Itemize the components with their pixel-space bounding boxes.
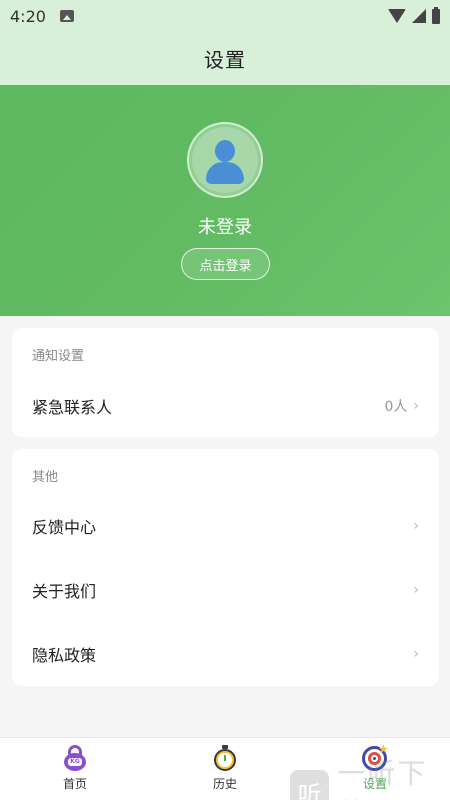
emergency-contacts-row[interactable]: 紧急联系人 0人 › (12, 374, 439, 438)
about-us-label: 关于我们 (32, 582, 97, 601)
page-title: 设置 (204, 48, 246, 72)
login-button[interactable]: 点击登录 (181, 248, 270, 280)
privacy-policy-row[interactable]: 隐私政策 › (12, 622, 439, 686)
bottom-nav: KG 首页 历史 ★ 设置 (0, 737, 450, 800)
stopwatch-icon (212, 745, 238, 771)
tab-settings[interactable]: ★ 设置 (300, 738, 450, 800)
tab-home[interactable]: KG 首页 (0, 738, 150, 800)
emergency-contacts-label: 紧急联系人 (32, 398, 113, 417)
tab-home-label: 首页 (62, 777, 87, 791)
image-notification-icon (59, 10, 74, 22)
signal-icon (412, 9, 426, 23)
status-time: 4:20 (10, 6, 46, 26)
user-icon (192, 127, 258, 193)
battery-icon (432, 6, 440, 24)
status-indicators (388, 6, 440, 24)
about-us-row[interactable]: 关于我们 › (12, 558, 439, 622)
profile-header: 未登录 点击登录 (0, 85, 450, 316)
login-status: 未登录 (198, 217, 252, 238)
other-card: 其他 反馈中心 › 关于我们 › 隐私政策 › (12, 449, 439, 686)
title-bar: 设置 (0, 32, 450, 85)
tab-history[interactable]: 历史 (150, 738, 300, 800)
feedback-center-label: 反馈中心 (32, 518, 97, 537)
feedback-center-row[interactable]: 反馈中心 › (12, 494, 439, 558)
status-bar: 4:20 (0, 0, 450, 32)
section-title-notify: 通知设置 (32, 349, 85, 364)
emergency-contacts-count: 0人 (384, 399, 408, 415)
chevron-right-icon: › (413, 398, 419, 414)
wifi-icon (388, 9, 406, 23)
notify-settings-card: 通知设置 紧急联系人 0人 › (12, 328, 439, 437)
kettlebell-icon: KG (62, 745, 88, 771)
chevron-right-icon: › (413, 518, 419, 534)
target-icon: ★ (362, 743, 389, 771)
chevron-right-icon: › (413, 582, 419, 598)
privacy-policy-label: 隐私政策 (32, 646, 97, 665)
chevron-right-icon: › (413, 646, 419, 662)
avatar[interactable] (187, 122, 263, 198)
section-title-other: 其他 (32, 470, 59, 485)
tab-settings-label: 设置 (362, 777, 387, 791)
tab-history-label: 历史 (212, 777, 237, 791)
